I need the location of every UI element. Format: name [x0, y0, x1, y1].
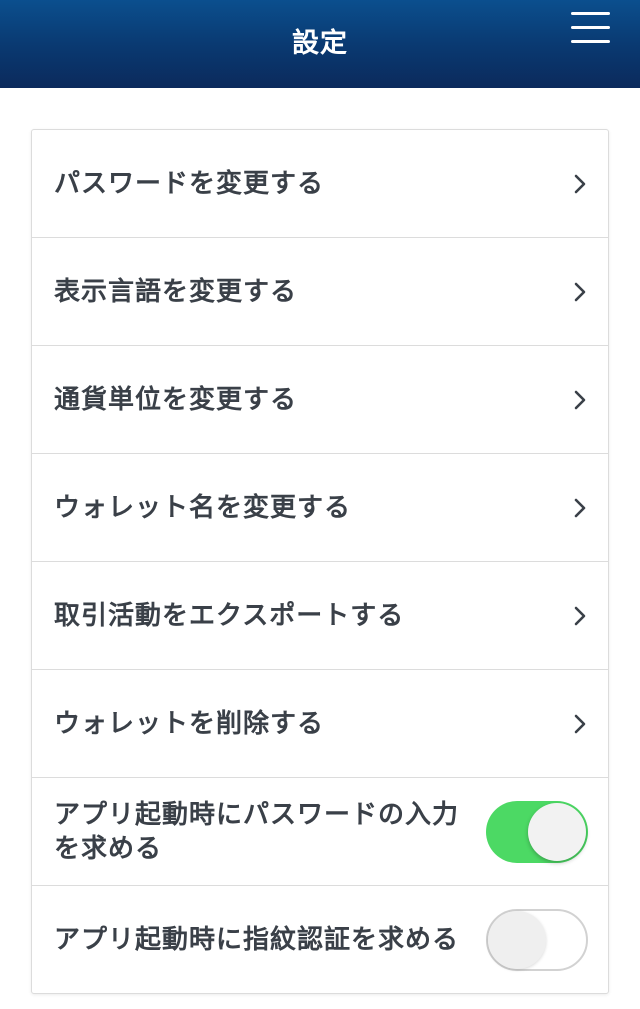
settings-item-require-fingerprint: アプリ起動時に指紋認証を求める: [32, 886, 608, 994]
settings-item-label: ウォレット名を変更する: [54, 492, 352, 523]
settings-item-change-language[interactable]: 表示言語を変更する: [32, 238, 608, 346]
settings-item-label: パスワードを変更する: [54, 168, 325, 199]
chevron-right-icon: [574, 714, 586, 733]
settings-item-label: 通貨単位を変更する: [54, 384, 298, 415]
settings-item-label: 表示言語を変更する: [54, 276, 298, 307]
chevron-right-icon: [574, 606, 586, 625]
require-password-toggle[interactable]: [486, 800, 588, 863]
settings-item-label: ウォレットを削除する: [54, 708, 325, 739]
settings-item-require-password: アプリ起動時にパスワードの入力を求める: [32, 778, 608, 886]
settings-item-change-password[interactable]: パスワードを変更する: [32, 130, 608, 238]
toggle-knob: [528, 802, 586, 861]
chevron-right-icon: [574, 174, 586, 193]
settings-item-delete-wallet[interactable]: ウォレットを削除する: [32, 670, 608, 778]
hamburger-menu-icon[interactable]: [562, 6, 618, 50]
chevron-right-icon: [574, 390, 586, 409]
settings-item-label: アプリ起動時にパスワードの入力を求める: [54, 799, 460, 864]
settings-item-label: アプリ起動時に指紋認証を求める: [54, 925, 460, 955]
page-title: 設定: [292, 28, 348, 59]
app-header: 設定: [0, 0, 640, 88]
settings-item-change-wallet-name[interactable]: ウォレット名を変更する: [32, 454, 608, 562]
settings-list: パスワードを変更する 表示言語を変更する 通貨単位を変更する ウォレット名を変更…: [31, 129, 609, 994]
settings-item-export-activity[interactable]: 取引活動をエクスポートする: [32, 562, 608, 670]
require-fingerprint-toggle[interactable]: [486, 909, 588, 971]
toggle-knob: [488, 911, 546, 969]
chevron-right-icon: [574, 498, 586, 517]
settings-item-label: 取引活動をエクスポートする: [54, 600, 405, 631]
chevron-right-icon: [574, 282, 586, 301]
settings-item-change-currency[interactable]: 通貨単位を変更する: [32, 346, 608, 454]
